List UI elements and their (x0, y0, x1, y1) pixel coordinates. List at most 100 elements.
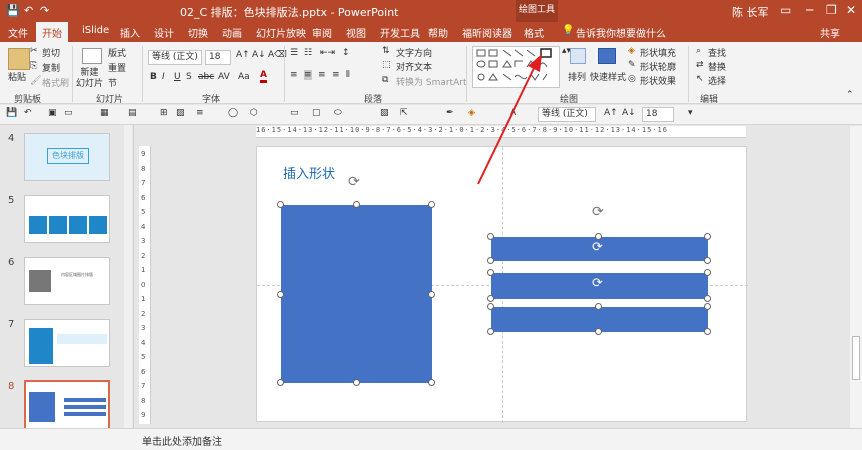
smartart-icon[interactable]: ⧉ (382, 75, 388, 85)
thumbnail-slide-5[interactable] (24, 195, 110, 243)
format-painter-button[interactable]: 格式刷 (42, 76, 69, 89)
new-slide-button[interactable]: 新建 幻灯片 (76, 68, 103, 90)
underline-button[interactable]: U (174, 72, 181, 82)
bullets-icon[interactable]: ☰ (290, 48, 298, 58)
align-left-icon[interactable]: ≡ (290, 70, 298, 80)
save-icon[interactable]: 💾 (6, 4, 20, 17)
align-text-icon[interactable]: ⬚ (382, 60, 391, 70)
thumbnail-pane[interactable]: 4 色块排版 5 6 内容区域图片排版 7 8 (0, 125, 134, 430)
select-button[interactable]: 选择 (708, 74, 726, 87)
rotate-handle-icon[interactable]: ⟳ (592, 276, 603, 291)
resize-handle[interactable] (353, 379, 360, 386)
thumbnail-slide-8[interactable] (24, 380, 110, 430)
columns-icon[interactable]: ⫴ (346, 70, 350, 80)
resize-handle[interactable] (704, 328, 711, 335)
resize-handle[interactable] (595, 328, 602, 335)
grow-font-icon[interactable]: A↑ (604, 108, 618, 118)
spacing-button[interactable]: AV (218, 72, 230, 82)
tab-home[interactable]: 开始 (36, 22, 68, 42)
align-right-icon[interactable]: ≡ (318, 70, 326, 80)
resize-handle[interactable] (704, 295, 711, 302)
shrink-font-icon[interactable]: A↓ (622, 108, 636, 118)
resize-handle[interactable] (704, 257, 711, 264)
reset-button[interactable]: 重置 (108, 61, 126, 74)
tab-design[interactable]: 设计 (154, 25, 174, 40)
table-icon[interactable]: ▦ (100, 108, 109, 118)
grow-font-icon[interactable]: A↑ (236, 50, 250, 60)
justify-icon[interactable]: ≡ (332, 70, 340, 80)
large-rectangle[interactable] (281, 205, 432, 383)
shape-effects-button[interactable]: 形状效果 (640, 74, 676, 87)
tab-insert[interactable]: 插入 (120, 25, 140, 40)
font-name-select[interactable]: 等线 (正文) (148, 50, 202, 65)
tab-review[interactable]: 审阅 (312, 25, 332, 40)
italic-button[interactable]: I (162, 72, 165, 82)
resize-handle[interactable] (487, 303, 494, 310)
select-icon[interactable]: ↖ (696, 74, 704, 84)
section-button[interactable]: 节 (108, 76, 117, 89)
round-rect-icon[interactable]: ▢ (312, 108, 321, 118)
resize-handle[interactable] (704, 269, 711, 276)
tab-help[interactable]: 帮助 (428, 25, 448, 40)
maximize-icon[interactable]: ❐ (826, 3, 837, 17)
slide-title[interactable]: 插入形状 (283, 163, 335, 182)
replace-button[interactable]: 替换 (708, 60, 726, 73)
share-button[interactable]: 共享 (820, 25, 840, 40)
picture-icon[interactable]: ▨ (176, 108, 185, 118)
strike-button[interactable]: abc (198, 72, 214, 82)
rotate-handle-icon[interactable]: ⟳ (592, 204, 604, 220)
paste-icon[interactable] (8, 48, 30, 70)
resize-handle[interactable] (428, 201, 435, 208)
grid-icon[interactable]: ⊞ (160, 108, 168, 118)
copy-icon[interactable]: ⎘ (30, 61, 37, 71)
new-slide-icon[interactable] (82, 48, 102, 64)
tab-format[interactable]: 格式 (524, 25, 544, 40)
resize-handle[interactable] (704, 233, 711, 240)
quick-styles-button[interactable]: 快速样式 (590, 70, 626, 83)
resize-handle[interactable] (595, 233, 602, 240)
cut-icon[interactable]: ✂ (30, 46, 38, 56)
eyedropper-icon[interactable]: ✒ (446, 108, 454, 118)
resize-handle[interactable] (277, 379, 284, 386)
shape-effects-icon[interactable]: ◎ (628, 74, 636, 84)
layout-button[interactable]: 版式 (108, 46, 126, 59)
thumbnail-slide-7[interactable] (24, 319, 110, 367)
arrange-button[interactable]: 排列 (568, 70, 586, 83)
scroll-thumb[interactable] (852, 336, 860, 380)
canvas-scrollbar[interactable] (850, 126, 862, 428)
font-size-select[interactable]: 18 (205, 50, 231, 65)
save-icon[interactable]: 💾 (6, 108, 17, 118)
resize-handle[interactable] (428, 291, 435, 298)
tab-animations[interactable]: 动画 (222, 25, 242, 40)
replace-icon[interactable]: ⇄ (696, 60, 704, 70)
shrink-font-icon[interactable]: A↓ (252, 50, 266, 60)
shape-outline-button[interactable]: 形状轮廓 (640, 60, 676, 73)
thumbnail-scrollbar[interactable] (124, 125, 132, 428)
resize-handle[interactable] (487, 233, 494, 240)
align-center-icon[interactable]: ≡ (304, 70, 312, 80)
tab-developer[interactable]: 开发工具 (380, 25, 420, 40)
shape-fill-button[interactable]: 形状填充 (640, 46, 676, 59)
smartart-button[interactable]: 转换为 SmartArt (396, 75, 466, 88)
thumbnail-slide-6[interactable]: 内容区域图片排版 (24, 257, 110, 305)
format-painter-icon[interactable]: 🖌 (30, 76, 41, 86)
notes-placeholder[interactable]: 单击此处添加备注 (142, 433, 222, 448)
text-direction-icon[interactable]: ⇅ (382, 46, 390, 56)
paste-button[interactable]: 粘贴 (8, 70, 26, 83)
resize-handle[interactable] (428, 379, 435, 386)
ellipse-icon[interactable]: ⬭ (334, 108, 342, 118)
undo-icon[interactable]: ↶ (24, 4, 33, 17)
notes-bar[interactable]: 单击此处添加备注 (0, 428, 862, 450)
tab-foxit[interactable]: 福昕阅读器 (462, 25, 512, 40)
tab-slideshow[interactable]: 幻灯片放映 (256, 25, 306, 40)
find-button[interactable]: 查找 (708, 46, 726, 59)
bold-button[interactable]: B (150, 72, 157, 82)
arrange-icon[interactable] (570, 48, 586, 64)
rotate-handle-icon[interactable]: ⟳ (592, 240, 603, 255)
line-spacing-icon[interactable]: ↕ (342, 48, 350, 58)
align-text-button[interactable]: 对齐文本 (396, 60, 432, 73)
case-button[interactable]: Aa (238, 72, 250, 82)
undo-icon[interactable]: ↶ (24, 108, 32, 118)
resize-handle[interactable] (487, 257, 494, 264)
resize-handle[interactable] (487, 269, 494, 276)
